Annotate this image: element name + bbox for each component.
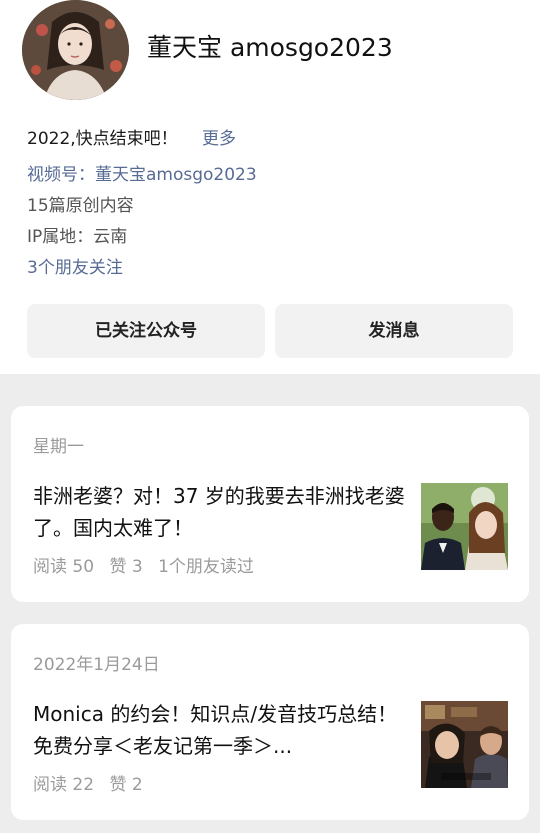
article-card[interactable]: 2022年1月24日 Monica 的约会！知识点/发音技巧总结！免费分享＜老友…	[11, 624, 529, 820]
tv-scene-thumbnail	[421, 701, 508, 788]
more-link[interactable]: 更多	[202, 124, 236, 149]
avatar[interactable]	[22, 0, 129, 100]
friends-read-count: 1个朋友读过	[158, 557, 254, 577]
like-count: 赞 2	[109, 775, 143, 795]
avatar-illustration	[22, 0, 129, 100]
article-thumbnail[interactable]	[421, 701, 508, 788]
like-count: 赞 3	[109, 557, 143, 577]
article-title[interactable]: 非洲老婆？对！37 岁的我要去非洲找老婆了。国内太难了！	[33, 480, 413, 544]
article-stats: 阅读 22 赞 2	[33, 770, 153, 795]
video-channel-link[interactable]: 视频号：董天宝amosgo2023	[27, 160, 257, 185]
article-thumbnail[interactable]	[421, 483, 508, 570]
send-message-button[interactable]: 发消息	[275, 304, 513, 358]
profile-header: 董天宝 amosgo2023 2022,快点结束吧！ 更多 视频号：董天宝amo…	[0, 0, 540, 374]
article-date: 星期一	[33, 437, 84, 457]
article-title[interactable]: Monica 的约会！知识点/发音技巧总结！免费分享＜老友记第一季＞...	[33, 698, 413, 762]
article-date: 2022年1月24日	[33, 655, 160, 675]
account-name: 董天宝 amosgo2023	[147, 33, 393, 62]
followed-account-button[interactable]: 已关注公众号	[27, 304, 265, 358]
original-article-count: 15篇原创内容	[27, 196, 134, 216]
article-card[interactable]: 星期一 非洲老婆？对！37 岁的我要去非洲找老婆了。国内太难了！ 阅读 50 赞…	[11, 406, 529, 602]
ip-location: IP属地：云南	[27, 227, 128, 247]
read-count: 阅读 22	[33, 775, 95, 795]
couple-photo-thumbnail	[421, 483, 508, 570]
article-stats: 阅读 50 赞 3 1个朋友读过	[33, 552, 264, 577]
account-bio: 2022,快点结束吧！	[27, 129, 178, 149]
friends-following-link[interactable]: 3个朋友关注	[27, 253, 123, 278]
read-count: 阅读 50	[33, 557, 95, 577]
